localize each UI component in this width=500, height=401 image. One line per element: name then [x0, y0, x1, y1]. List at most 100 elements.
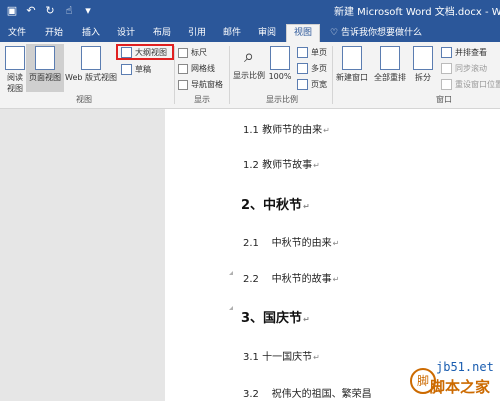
tab-insert[interactable]: 插入: [82, 25, 100, 38]
show-group-label: 显示: [194, 95, 210, 104]
customize-icon[interactable]: ▾: [80, 3, 96, 19]
page-icon: [35, 46, 55, 70]
return-mark-icon: ↵: [332, 239, 340, 248]
outline-highlight-box: [116, 44, 174, 60]
save-icon[interactable]: ▣: [4, 3, 20, 19]
nav-pane-checkbox[interactable]: 导航窗格: [178, 79, 223, 90]
sync-scroll-button[interactable]: 同步滚动: [441, 63, 487, 74]
ribbon-tab-bar: 文件 开始 插入 设计 布局 引用 邮件 审阅 视图 ♡ 告诉我你想要做什么: [0, 22, 500, 43]
return-mark-icon: ↵: [332, 275, 340, 284]
ribbon: 阅读 视图 页面视图 Web 版式视图 大纲视图 草稿 视图 标尺 网格线 导航…: [0, 42, 500, 109]
watermark-site: jb51.net: [436, 360, 494, 374]
tab-mailings[interactable]: 邮件: [223, 25, 241, 38]
doc-line: 2.1 中秋节的由来↵: [243, 234, 339, 249]
new-window-label: 新建窗口: [336, 73, 368, 82]
reset-position-button[interactable]: 重设窗口位置: [441, 79, 500, 90]
tab-file[interactable]: 文件: [8, 25, 26, 38]
doc-line-text: 3.2 祝伟大的祖国、繁荣昌: [243, 389, 372, 400]
quick-access-toolbar: ▣ ↶ ↻ ☝ ▾: [4, 3, 96, 19]
split-icon: [413, 46, 433, 70]
multiple-pages-label: 多页: [311, 64, 327, 73]
return-mark-icon: ↵: [313, 353, 320, 362]
views-group-label: 视图: [76, 95, 92, 104]
sync-scroll-icon: [441, 63, 452, 74]
undo-icon[interactable]: ↶: [23, 3, 39, 19]
doc-line: 3.1 十一国庆节↵: [243, 348, 320, 363]
return-mark-icon: ↵: [303, 202, 310, 211]
checkbox-icon: [178, 63, 188, 74]
doc-line-text: 3.1 十一国庆节: [243, 352, 313, 363]
ruler-checkbox[interactable]: 标尺: [178, 47, 207, 58]
lightbulb-icon: ♡: [330, 28, 339, 38]
nav-pane-label: 导航窗格: [191, 80, 223, 89]
return-mark-icon: ↵: [303, 315, 310, 324]
side-by-side-button[interactable]: 并排查看: [441, 47, 487, 58]
page-width-button[interactable]: 页宽: [297, 79, 327, 90]
tab-review[interactable]: 审阅: [258, 25, 276, 38]
gridlines-checkbox[interactable]: 网格线: [178, 63, 215, 74]
divider: [229, 46, 230, 104]
redo-icon[interactable]: ↻: [42, 3, 58, 19]
print-layout-label: 页面视图: [29, 73, 61, 82]
touch-mode-icon[interactable]: ☝: [61, 3, 77, 19]
doc-heading: 2、中秋节↵: [241, 194, 310, 213]
document-page[interactable]: 1.1 教师节的由来↵ 1.2 教师节故事↵ 2、中秋节↵ 2.1 中秋节的由来…: [165, 109, 500, 401]
side-by-side-label: 并排查看: [455, 48, 487, 57]
web-layout-label: Web 版式视图: [65, 73, 117, 82]
collapse-triangle-icon[interactable]: [229, 271, 233, 275]
split-button[interactable]: 拆分: [411, 46, 435, 83]
read-mode-button[interactable]: 阅读 视图: [4, 46, 26, 94]
tell-me-search[interactable]: ♡ 告诉我你想要做什么: [330, 25, 422, 38]
magnifier-icon: ⌕: [243, 46, 255, 67]
left-gray-area: [0, 109, 165, 401]
book-icon: [5, 46, 25, 70]
zoom-100-label: 100%: [268, 72, 292, 81]
doc-line-text: 1.2 教师节故事: [243, 160, 313, 171]
doc-heading-text: 3、国庆节: [241, 311, 303, 326]
hundred-percent-icon: [270, 46, 290, 70]
return-mark-icon: ↵: [323, 126, 330, 135]
page-width-label: 页宽: [311, 80, 327, 89]
tab-design[interactable]: 设计: [117, 25, 135, 38]
multiple-pages-button[interactable]: 多页: [297, 63, 327, 74]
zoom-group-label: 显示比例: [266, 95, 298, 104]
one-page-button[interactable]: 单页: [297, 47, 327, 58]
return-mark-icon: ↵: [313, 161, 320, 170]
doc-heading-text: 2、中秋节: [241, 198, 303, 213]
reset-position-label: 重设窗口位置: [455, 80, 500, 89]
title-bar: ▣ ↶ ↻ ☝ ▾ 新建 Microsoft Word 文档.docx - Wo…: [0, 0, 500, 22]
print-layout-button[interactable]: 页面视图: [26, 44, 64, 92]
divider: [332, 46, 333, 104]
doc-heading: 3、国庆节↵: [241, 307, 310, 326]
draft-icon: [121, 64, 132, 75]
tab-view[interactable]: 视图: [286, 24, 320, 43]
doc-line: 2.2 中秋节的故事↵: [243, 270, 339, 285]
doc-line: 1.1 教师节的由来↵: [243, 121, 330, 136]
zoom-100-button[interactable]: 100%: [268, 46, 292, 81]
side-by-side-icon: [441, 47, 452, 58]
tab-layout[interactable]: 布局: [153, 25, 171, 38]
collapse-triangle-icon[interactable]: [229, 306, 233, 310]
checkbox-icon: [178, 47, 188, 58]
arrange-all-icon: [380, 46, 400, 70]
doc-line: 3.2 祝伟大的祖国、繁荣昌: [243, 385, 372, 400]
new-window-button[interactable]: 新建窗口: [335, 46, 369, 83]
draft-view-button[interactable]: 草稿: [121, 64, 151, 75]
gridlines-label: 网格线: [191, 64, 215, 73]
multi-page-icon: [297, 63, 308, 74]
page-width-icon: [297, 79, 308, 90]
web-page-icon: [81, 46, 101, 70]
read-mode-label: 阅读 视图: [7, 73, 23, 93]
zoom-label: 显示比例: [233, 71, 265, 80]
web-layout-button[interactable]: Web 版式视图: [64, 46, 118, 83]
draft-label: 草稿: [135, 65, 151, 74]
arrange-all-label: 全部重排: [374, 73, 406, 82]
zoom-button[interactable]: ⌕ 显示比例: [232, 46, 266, 81]
tab-references[interactable]: 引用: [188, 25, 206, 38]
tell-me-label: 告诉我你想要做什么: [340, 28, 422, 38]
tab-home[interactable]: 开始: [45, 25, 63, 38]
arrange-all-button[interactable]: 全部重排: [370, 46, 410, 83]
one-page-label: 单页: [311, 48, 327, 57]
split-label: 拆分: [415, 73, 431, 82]
doc-line-text: 2.1 中秋节的由来: [243, 238, 332, 249]
